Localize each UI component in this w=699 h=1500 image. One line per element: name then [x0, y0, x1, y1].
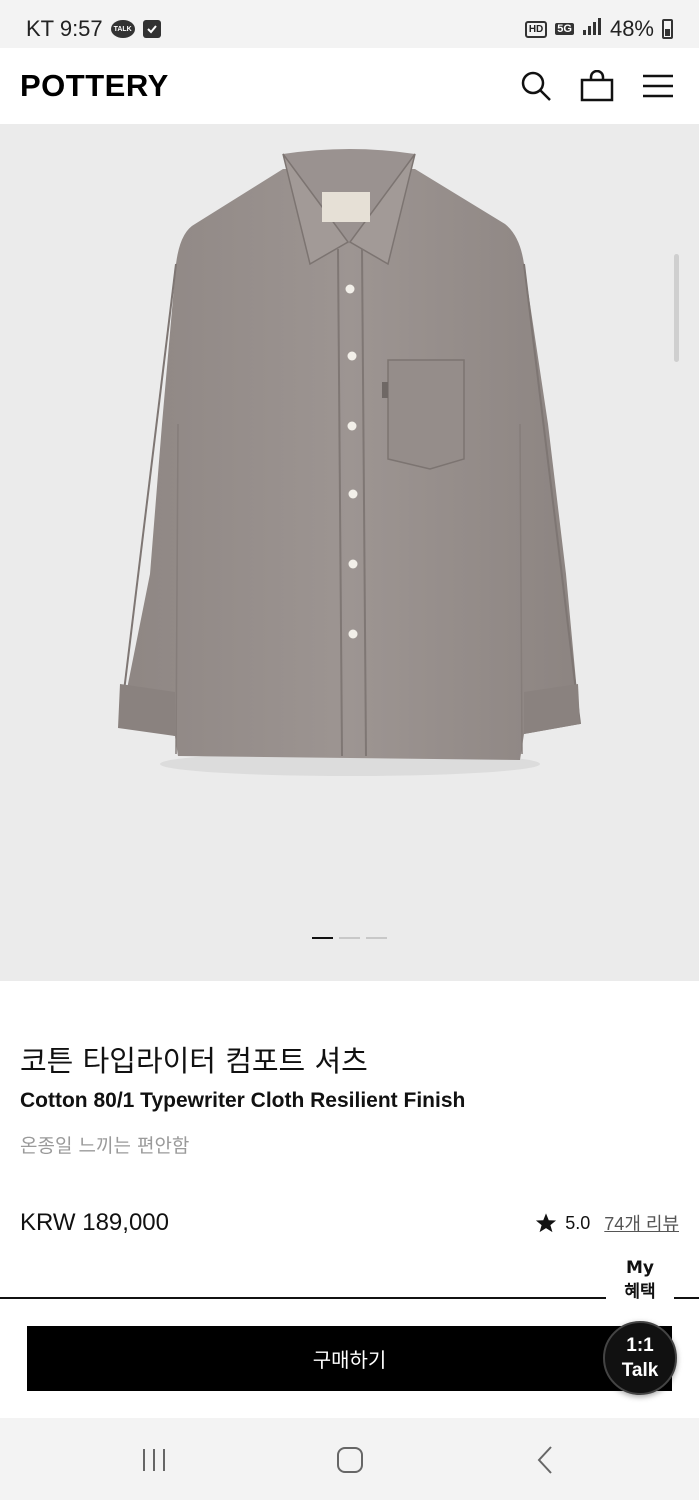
product-title-english: Cotton 80/1 Typewriter Cloth Resilient F…: [20, 1089, 466, 1112]
battery-icon: [662, 19, 673, 39]
slide-indicators: [312, 937, 387, 939]
buy-button[interactable]: 구매하기: [27, 1326, 672, 1391]
my-benefit-line1: My: [626, 1258, 654, 1278]
search-icon[interactable]: [518, 68, 554, 104]
back-icon[interactable]: [526, 1442, 566, 1478]
brand-logo[interactable]: POTTERY: [20, 68, 169, 104]
signal-icon: [582, 16, 602, 42]
talk-line2: Talk: [621, 1360, 659, 1381]
recent-apps-icon[interactable]: [134, 1442, 174, 1478]
status-right: HD 5G 48%: [524, 16, 673, 42]
shopping-bag-icon[interactable]: [579, 68, 615, 104]
product-rating: 5.0 74개 리뷰: [535, 1210, 679, 1236]
home-icon[interactable]: [330, 1442, 370, 1478]
star-icon: [536, 1213, 557, 1233]
product-price: KRW 189,000: [20, 1209, 169, 1236]
one-on-one-talk-button[interactable]: 1:1 Talk: [603, 1321, 677, 1395]
slide-dot-2[interactable]: [339, 937, 360, 939]
hd-voice-icon: HD: [524, 20, 548, 38]
product-title-korean: 코튼 타입라이터 컴포트 셔츠: [20, 1044, 368, 1078]
status-left: KT 9:57 TALK: [26, 16, 161, 42]
section-divider: [0, 1297, 699, 1299]
my-benefit-button[interactable]: My 혜택: [606, 1256, 674, 1306]
shirt-image: [118, 149, 581, 776]
product-page: KT 9:57 TALK HD 5G 48% POTTERY 코튼 타입라이터 …: [0, 0, 699, 1500]
rating-value: 5.0: [565, 1212, 591, 1233]
battery-percent: 48%: [609, 16, 654, 41]
system-nav-bar: [0, 1418, 699, 1500]
scroll-indicator[interactable]: [674, 254, 679, 362]
talk-line1: 1:1: [626, 1335, 654, 1356]
carrier-time: KT 9:57: [26, 16, 103, 41]
site-header: POTTERY: [0, 48, 699, 124]
status-bar: KT 9:57 TALK HD 5G 48%: [0, 0, 699, 48]
product-subtitle: 온종일 느끼는 편안함: [20, 1135, 190, 1157]
slide-dot-1[interactable]: [312, 937, 333, 939]
slide-dot-3[interactable]: [366, 937, 387, 939]
kakaotalk-icon: TALK: [110, 20, 135, 38]
product-image-gallery[interactable]: [0, 124, 699, 981]
my-benefit-line2: 혜택: [624, 1282, 656, 1302]
network-5g-icon: 5G: [555, 23, 574, 35]
menu-icon[interactable]: [640, 68, 676, 104]
checkbox-notification-icon: [142, 20, 161, 38]
reviews-link[interactable]: 74개 리뷰: [604, 1210, 679, 1236]
